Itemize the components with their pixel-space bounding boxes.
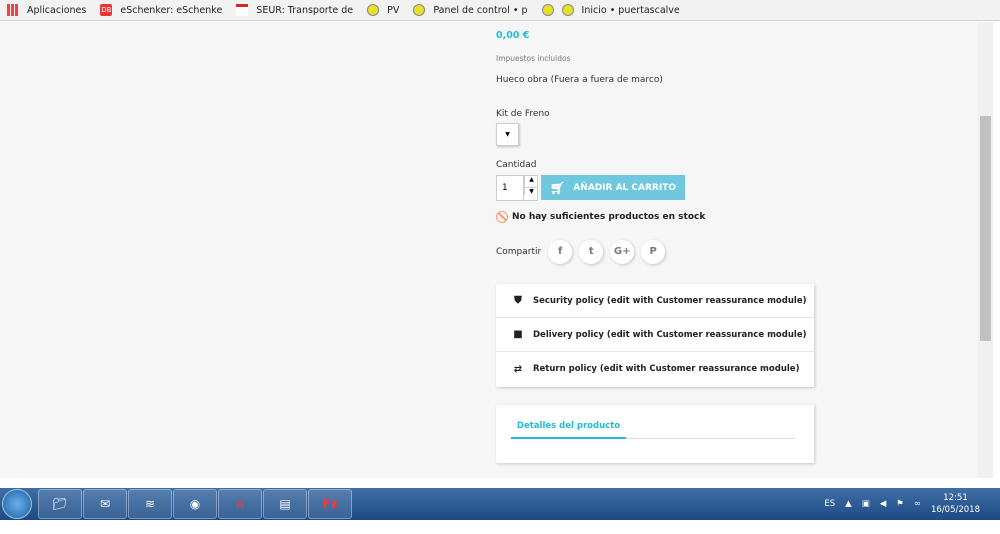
- apps-grid-icon: [7, 4, 19, 16]
- reassurance-block: ⛊ Security policy (edit with Customer rea…: [496, 284, 814, 387]
- site-icon: [561, 4, 574, 16]
- db-icon: DB: [100, 4, 113, 16]
- scrollbar[interactable]: [978, 22, 993, 478]
- clock[interactable]: 12:51 16/05/2018: [931, 492, 980, 516]
- prohibited-icon: [496, 211, 508, 223]
- bookmarks-bar: Aplicaciones DB eSchenker: eSchenke SEUR:…: [0, 0, 1000, 21]
- taskbar-explorer[interactable]: 📁︎: [38, 489, 82, 519]
- network-icon[interactable]: ▣: [862, 499, 870, 509]
- shield-icon: ⛊: [514, 295, 522, 306]
- cart-icon: 🛒︎: [550, 180, 566, 195]
- add-to-cart-button[interactable]: 🛒︎ AÑADIR AL CARRITO: [541, 175, 685, 200]
- volume-icon[interactable]: ◀: [880, 499, 887, 509]
- kit-label: Kit de Freno: [496, 109, 550, 119]
- sync-icon[interactable]: ∞: [914, 499, 921, 509]
- scrollbar-thumb[interactable]: [980, 116, 991, 341]
- tab-product-details[interactable]: Detalles del producto: [511, 421, 626, 439]
- reassurance-return: ⇄ Return policy (edit with Customer reass…: [496, 352, 814, 386]
- flag-icon[interactable]: ⚑: [896, 499, 904, 509]
- truck-icon: ■: [513, 329, 523, 340]
- bookmark-inicio[interactable]: Inicio • puertascalve: [561, 4, 680, 16]
- site-icon: [367, 4, 380, 16]
- reassurance-delivery: ■ Delivery policy (edit with Customer rea…: [496, 318, 814, 352]
- product-page: 0,00 € Impuestos incluidos Hueco obra (F…: [0, 22, 978, 478]
- taskbar-outlook[interactable]: ✉: [83, 489, 127, 519]
- stock-warning: No hay suficientes productos en stock: [496, 211, 705, 223]
- quantity-input[interactable]: 1: [497, 176, 523, 200]
- bookmark-eschenker[interactable]: DB eSchenker: eSchenke: [100, 4, 222, 16]
- taskbar-winrar[interactable]: ▤: [263, 489, 307, 519]
- seur-icon: [236, 4, 249, 16]
- bookmark-blank[interactable]: [541, 4, 562, 16]
- taskbar-acrobat[interactable]: A: [218, 489, 262, 519]
- bookmark-panel[interactable]: Panel de control • p: [413, 4, 528, 16]
- price: 0,00 €: [496, 30, 530, 41]
- start-button[interactable]: [2, 489, 32, 519]
- show-hidden-icon[interactable]: ▲: [845, 499, 852, 509]
- swap-arrows-icon: ⇄: [513, 363, 523, 375]
- google-plus-icon[interactable]: G+: [610, 240, 635, 264]
- bookmark-seur[interactable]: SEUR: Transporte de: [236, 4, 353, 16]
- site-icon: [541, 4, 554, 16]
- quantity-label: Cantidad: [496, 160, 537, 170]
- reassurance-security: ⛊ Security policy (edit with Customer rea…: [496, 284, 814, 318]
- taskbar-chrome[interactable]: ◉: [173, 489, 217, 519]
- facebook-icon[interactable]: f: [548, 240, 573, 264]
- qty-down-button[interactable]: ▼: [524, 188, 538, 195]
- quantity-stepper[interactable]: 1 ▲ ▼: [496, 175, 538, 201]
- language-indicator[interactable]: ES: [824, 499, 835, 509]
- taskbar: 📁︎ ✉ ≋ ◉ A ▤ Fz ES ▲ ▣ ◀ ⚑ ∞ 12:51 16/05/…: [0, 488, 1000, 520]
- taskbar-filezilla[interactable]: Fz: [308, 489, 352, 519]
- taskbar-app[interactable]: ≋: [128, 489, 172, 519]
- dimension-label: Hueco obra (Fuera a fuera de marco): [496, 75, 663, 85]
- system-tray: ES ▲ ▣ ◀ ⚑ ∞ 12:51 16/05/2018: [824, 488, 980, 520]
- bookmark-pv[interactable]: PV: [367, 4, 399, 16]
- pinterest-icon[interactable]: P: [641, 240, 666, 264]
- share-row: Compartir f t G+ P: [496, 240, 666, 264]
- kit-select[interactable]: ▼: [496, 123, 519, 146]
- product-details-card: Detalles del producto: [496, 405, 814, 463]
- twitter-icon[interactable]: t: [579, 240, 604, 264]
- qty-up-button[interactable]: ▲: [524, 176, 538, 188]
- tax-label: Impuestos incluidos: [496, 54, 571, 63]
- bookmark-apps[interactable]: Aplicaciones: [7, 4, 86, 16]
- site-icon: [413, 4, 426, 16]
